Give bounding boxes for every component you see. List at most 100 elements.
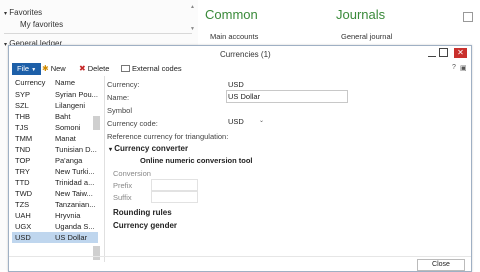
currency-code-cell: TZS (15, 200, 30, 209)
external-codes-button[interactable]: External codes (121, 64, 182, 73)
nav-scrollbar[interactable]: ▲ ▼ (190, 4, 196, 34)
delete-button[interactable]: ✖ Delete (79, 64, 109, 73)
currency-converter-section[interactable]: ▾ Currency converter (109, 144, 188, 153)
common-section-title: Common (205, 7, 258, 22)
dialog-titlebar: Currencies (1) ✕ (9, 46, 471, 62)
currencies-dialog: Currencies (1) ✕ File ▼ ✱ New ✖ Delete E… (8, 45, 472, 272)
rounding-rules-section[interactable]: Rounding rules (113, 208, 172, 217)
maximize-icon[interactable] (439, 48, 448, 57)
currency-name-cell: Tunisian D... (55, 145, 97, 154)
my-favorites-link[interactable]: My favorites (20, 20, 63, 29)
close-window-button[interactable]: ✕ (454, 48, 467, 58)
table-row[interactable]: TOP Pa'anga (12, 155, 98, 166)
journals-section-title: Journals (336, 7, 386, 22)
table-row[interactable]: SYP Syrian Pou... (12, 89, 98, 100)
currency-name-cell: US Dollar (55, 233, 88, 242)
suffix-field[interactable] (151, 191, 198, 203)
currency-name-cell: Lilangeni (55, 101, 86, 110)
grid-scrollbar-thumb[interactable] (93, 116, 100, 130)
dialog-toolbar: File ▼ ✱ New ✖ Delete External codes ? ▣ (9, 62, 471, 75)
currency-converter-title: Currency converter (114, 144, 189, 153)
file-label: File (17, 64, 30, 73)
currency-code-cell: UAH (15, 211, 31, 220)
currency-name-cell: New Taiw... (55, 189, 93, 198)
table-row[interactable]: TZS Tanzanian... (12, 199, 98, 210)
minimize-icon[interactable] (428, 50, 436, 57)
currency-code-cell: SYP (15, 90, 31, 99)
name-field[interactable]: US Dollar (226, 90, 348, 103)
expand-arrow-icon: ▾ (4, 11, 8, 17)
new-button[interactable]: ✱ New (42, 64, 66, 73)
currency-code-dropdown[interactable]: USD ⌄ (226, 116, 266, 127)
currency-code-cell: THB (15, 112, 30, 121)
currency-code-cell: TJS (15, 123, 29, 132)
currency-code-cell: TRY (15, 167, 30, 176)
name-field-value: US Dollar (228, 92, 261, 101)
table-row[interactable]: SZL Lilangeni (12, 100, 98, 111)
triangulation-label: Reference currency for triangulation: (107, 132, 229, 141)
online-tool-heading: Online numeric conversion tool (140, 156, 253, 165)
new-label: New (50, 64, 66, 73)
delete-icon: ✖ (79, 64, 86, 73)
currency-name-cell: New Turki... (55, 167, 95, 176)
table-row[interactable]: USD US Dollar (12, 232, 98, 243)
currency-name-cell: Syrian Pou... (55, 90, 98, 99)
chevron-down-icon: ⌄ (259, 118, 265, 124)
delete-label: Delete (87, 64, 110, 73)
options-icon[interactable]: ▣ (460, 64, 467, 72)
currency-code-cell: UGX (15, 222, 32, 231)
currency-name-cell: Pa'anga (55, 156, 83, 165)
table-row[interactable]: TJS Somoni (12, 122, 98, 133)
external-codes-label: External codes (132, 64, 182, 73)
general-journal-link[interactable]: General journal (341, 32, 392, 41)
main-accounts-link[interactable]: Main accounts (210, 32, 258, 41)
name-label: Name: (107, 93, 130, 102)
table-row[interactable]: THB Baht (12, 111, 98, 122)
symbol-label: Symbol (107, 106, 133, 115)
currency-code-cell: TTD (15, 178, 30, 187)
new-icon: ✱ (42, 64, 49, 73)
suffix-label: Suffix (113, 193, 132, 202)
dropdown-arrow-icon: ▼ (31, 67, 37, 73)
currency-name-cell: Baht (55, 112, 71, 121)
currency-name-cell: Hryvnia (55, 211, 81, 220)
collapse-arrow-icon: ▾ (109, 147, 113, 153)
scroll-up-icon: ▲ (190, 4, 195, 10)
table-row[interactable]: TMM Manat (12, 133, 98, 144)
currency-code-cell: TOP (15, 156, 31, 165)
table-row[interactable]: TWD New Taiw... (12, 188, 98, 199)
help-icon[interactable]: ? (452, 64, 456, 71)
scroll-down-icon: ▼ (190, 26, 195, 32)
currency-name-cell: Trinidad a... (55, 178, 95, 187)
grid-scrollbar-thumb[interactable] (93, 246, 100, 260)
nav-divider (4, 33, 192, 34)
currency-name-cell: Manat (55, 134, 76, 143)
table-row[interactable]: TND Tunisian D... (12, 144, 98, 155)
currency-gender-section[interactable]: Currency gender (113, 221, 177, 230)
currency-grid: Currency Name SYP Syrian Pou... SZL Lilange… (11, 76, 101, 262)
conversion-label: Conversion (113, 169, 151, 178)
prefix-field[interactable] (151, 179, 198, 191)
currency-name-cell: Tanzanian... (55, 200, 96, 209)
table-row[interactable]: UAH Hryvnia (12, 210, 98, 221)
currency-code-cell: TMM (15, 134, 33, 143)
file-menu-button[interactable]: File ▼ (12, 63, 42, 75)
currency-value: USD (228, 80, 244, 89)
column-header-name[interactable]: Name (55, 78, 75, 87)
footer-divider (9, 256, 471, 257)
currency-code-cell: TND (15, 145, 31, 154)
favorites-group[interactable]: ▾ Favorites (4, 8, 42, 17)
expand-arrow-icon: ▾ (4, 42, 8, 48)
close-button[interactable]: Close (417, 259, 465, 271)
table-row[interactable]: UGX Uganda S... (12, 221, 98, 232)
column-header-currency[interactable]: Currency (15, 78, 45, 87)
workspace-settings-icon[interactable] (463, 12, 473, 22)
prefix-label: Prefix (113, 181, 133, 190)
currency-name-cell: Somoni (55, 123, 81, 132)
pane-divider (104, 76, 105, 262)
currency-code-cell: TWD (15, 189, 33, 198)
currency-code-cell: USD (15, 233, 31, 242)
table-row[interactable]: TRY New Turki... (12, 166, 98, 177)
external-codes-icon (121, 65, 130, 72)
table-row[interactable]: TTD Trinidad a... (12, 177, 98, 188)
